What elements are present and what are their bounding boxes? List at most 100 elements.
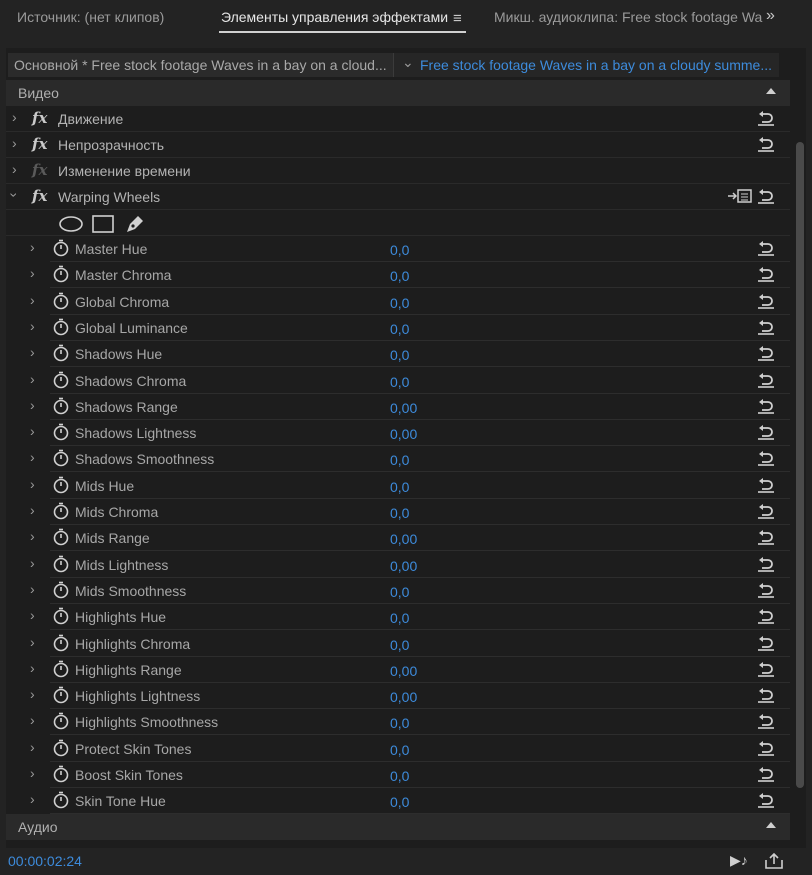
chevron-right-icon[interactable]: › (30, 607, 35, 623)
stopwatch-icon[interactable] (52, 581, 70, 599)
parameter-value[interactable]: 0,00 (390, 531, 417, 547)
play-audio-icon[interactable]: ▶♪ (730, 852, 748, 869)
chevron-right-icon[interactable]: › (30, 712, 35, 728)
master-clip-label[interactable]: Основной * Free stock footage Waves in a… (14, 57, 387, 73)
chevron-right-icon[interactable]: › (30, 739, 35, 755)
chevron-right-icon[interactable]: › (30, 239, 35, 255)
chevron-right-icon[interactable]: › (30, 371, 35, 387)
reset-parameter-icon[interactable] (756, 239, 776, 257)
stopwatch-icon[interactable] (52, 265, 70, 283)
effect-row-time-remapping[interactable]: › fx Изменение времени (6, 158, 790, 184)
chevron-right-icon[interactable]: › (12, 161, 17, 177)
stopwatch-icon[interactable] (52, 371, 70, 389)
chevron-right-icon[interactable]: › (12, 109, 17, 125)
reset-parameter-icon[interactable] (756, 265, 776, 283)
reset-parameter-icon[interactable] (756, 449, 776, 467)
parameter-row[interactable]: › Mids Smoothness 0,0 (6, 578, 790, 604)
stopwatch-icon[interactable] (52, 660, 70, 678)
stopwatch-icon[interactable] (52, 423, 70, 441)
stopwatch-icon[interactable] (52, 607, 70, 625)
parameter-value[interactable]: 0,00 (390, 663, 417, 679)
parameter-row[interactable]: › Shadows Smoothness 0,0 (6, 446, 790, 473)
reset-parameter-icon[interactable] (756, 581, 776, 599)
chevron-right-icon[interactable]: › (30, 344, 35, 360)
stopwatch-icon[interactable] (52, 686, 70, 704)
parameter-row[interactable]: › Master Chroma 0,0 (6, 262, 790, 289)
parameter-value[interactable]: 0,00 (390, 689, 417, 705)
stopwatch-icon[interactable] (52, 397, 70, 415)
parameter-value[interactable]: 0,00 (390, 558, 417, 574)
parameter-row[interactable]: › Shadows Lightness 0,00 (6, 420, 790, 447)
parameter-value[interactable]: 0,0 (390, 637, 409, 653)
parameter-row[interactable]: › Shadows Chroma 0,0 (6, 368, 790, 394)
parameter-row[interactable]: › Global Chroma 0,0 (6, 289, 790, 315)
stopwatch-icon[interactable] (52, 739, 70, 757)
chevron-right-icon[interactable]: › (30, 423, 35, 439)
parameter-row[interactable]: › Shadows Hue 0,0 (6, 341, 790, 368)
chevron-right-icon[interactable]: › (30, 686, 35, 702)
stopwatch-icon[interactable] (52, 239, 70, 257)
ellipse-mask-icon[interactable] (58, 215, 84, 233)
parameter-value[interactable]: 0,0 (390, 715, 409, 731)
parameter-row[interactable]: › Highlights Range 0,00 (6, 657, 790, 683)
reset-parameter-icon[interactable] (756, 344, 776, 362)
reset-parameter-icon[interactable] (756, 739, 776, 757)
chevron-right-icon[interactable]: › (30, 660, 35, 676)
parameter-row[interactable]: › Mids Range 0,00 (6, 525, 790, 552)
parameter-value[interactable]: 0,0 (390, 295, 409, 311)
tab-effect-controls[interactable]: Элементы управления эффектами (221, 9, 448, 25)
stopwatch-icon[interactable] (52, 292, 70, 310)
stopwatch-icon[interactable] (52, 634, 70, 652)
reset-parameter-icon[interactable] (756, 292, 776, 310)
stopwatch-icon[interactable] (52, 555, 70, 573)
chevron-right-icon[interactable]: › (30, 502, 35, 518)
stopwatch-icon[interactable] (52, 344, 70, 362)
reset-parameter-icon[interactable] (756, 371, 776, 389)
current-timecode[interactable]: 00:00:02:24 (8, 853, 82, 869)
stopwatch-icon[interactable] (52, 791, 70, 809)
reset-parameter-icon[interactable] (756, 791, 776, 809)
chevron-right-icon[interactable]: › (30, 265, 35, 281)
collapse-caret-icon[interactable] (766, 822, 776, 828)
reset-parameter-icon[interactable] (756, 607, 776, 625)
reset-parameter-icon[interactable] (756, 476, 776, 494)
chevron-right-icon[interactable]: › (30, 292, 35, 308)
chevron-right-icon[interactable]: › (30, 476, 35, 492)
reset-parameter-icon[interactable] (756, 686, 776, 704)
sequence-clip-dropdown[interactable]: ⌄ Free stock footage Waves in a bay on a… (393, 53, 779, 77)
chevron-right-icon[interactable]: › (12, 135, 17, 151)
chevron-down-icon[interactable]: › (6, 193, 22, 198)
parameter-row[interactable]: › Boost Skin Tones 0,0 (6, 762, 790, 788)
parameter-row[interactable]: › Highlights Lightness 0,00 (6, 683, 790, 710)
effect-row-warping-wheels[interactable]: › fx Warping Wheels (6, 184, 790, 210)
chevron-right-icon[interactable]: › (30, 791, 35, 807)
parameter-value[interactable]: 0,0 (390, 242, 409, 258)
parameter-row[interactable]: › Skin Tone Hue 0,0 (6, 788, 790, 815)
stopwatch-icon[interactable] (52, 449, 70, 467)
tab-source[interactable]: Источник: (нет клипов) (17, 9, 164, 25)
fx-toggle-icon[interactable]: fx (32, 109, 47, 127)
panel-menu-icon[interactable]: ≡ (453, 10, 462, 27)
parameter-row[interactable]: › Highlights Chroma 0,0 (6, 631, 790, 657)
reset-parameter-icon[interactable] (756, 712, 776, 730)
reset-parameter-icon[interactable] (756, 135, 776, 153)
vertical-scrollbar[interactable] (796, 142, 804, 788)
video-section-header[interactable]: Видео (6, 80, 790, 106)
rectangle-mask-icon[interactable] (92, 214, 114, 234)
effect-row-motion[interactable]: › fx Движение (6, 106, 790, 132)
reset-parameter-icon[interactable] (756, 528, 776, 546)
reset-parameter-icon[interactable] (756, 187, 776, 205)
reset-parameter-icon[interactable] (756, 502, 776, 520)
parameter-value[interactable]: 0,0 (390, 374, 409, 390)
reset-parameter-icon[interactable] (756, 660, 776, 678)
fx-toggle-icon[interactable]: fx (32, 187, 47, 205)
reset-parameter-icon[interactable] (756, 397, 776, 415)
parameter-value[interactable]: 0,0 (390, 268, 409, 284)
parameter-row[interactable]: › Highlights Smoothness 0,0 (6, 709, 790, 736)
chevron-right-icon[interactable]: › (30, 318, 35, 334)
chevron-right-icon[interactable]: › (30, 555, 35, 571)
stopwatch-icon[interactable] (52, 528, 70, 546)
parameter-value[interactable]: 0,0 (390, 505, 409, 521)
effect-presets-icon[interactable] (728, 188, 752, 204)
reset-parameter-icon[interactable] (756, 318, 776, 336)
